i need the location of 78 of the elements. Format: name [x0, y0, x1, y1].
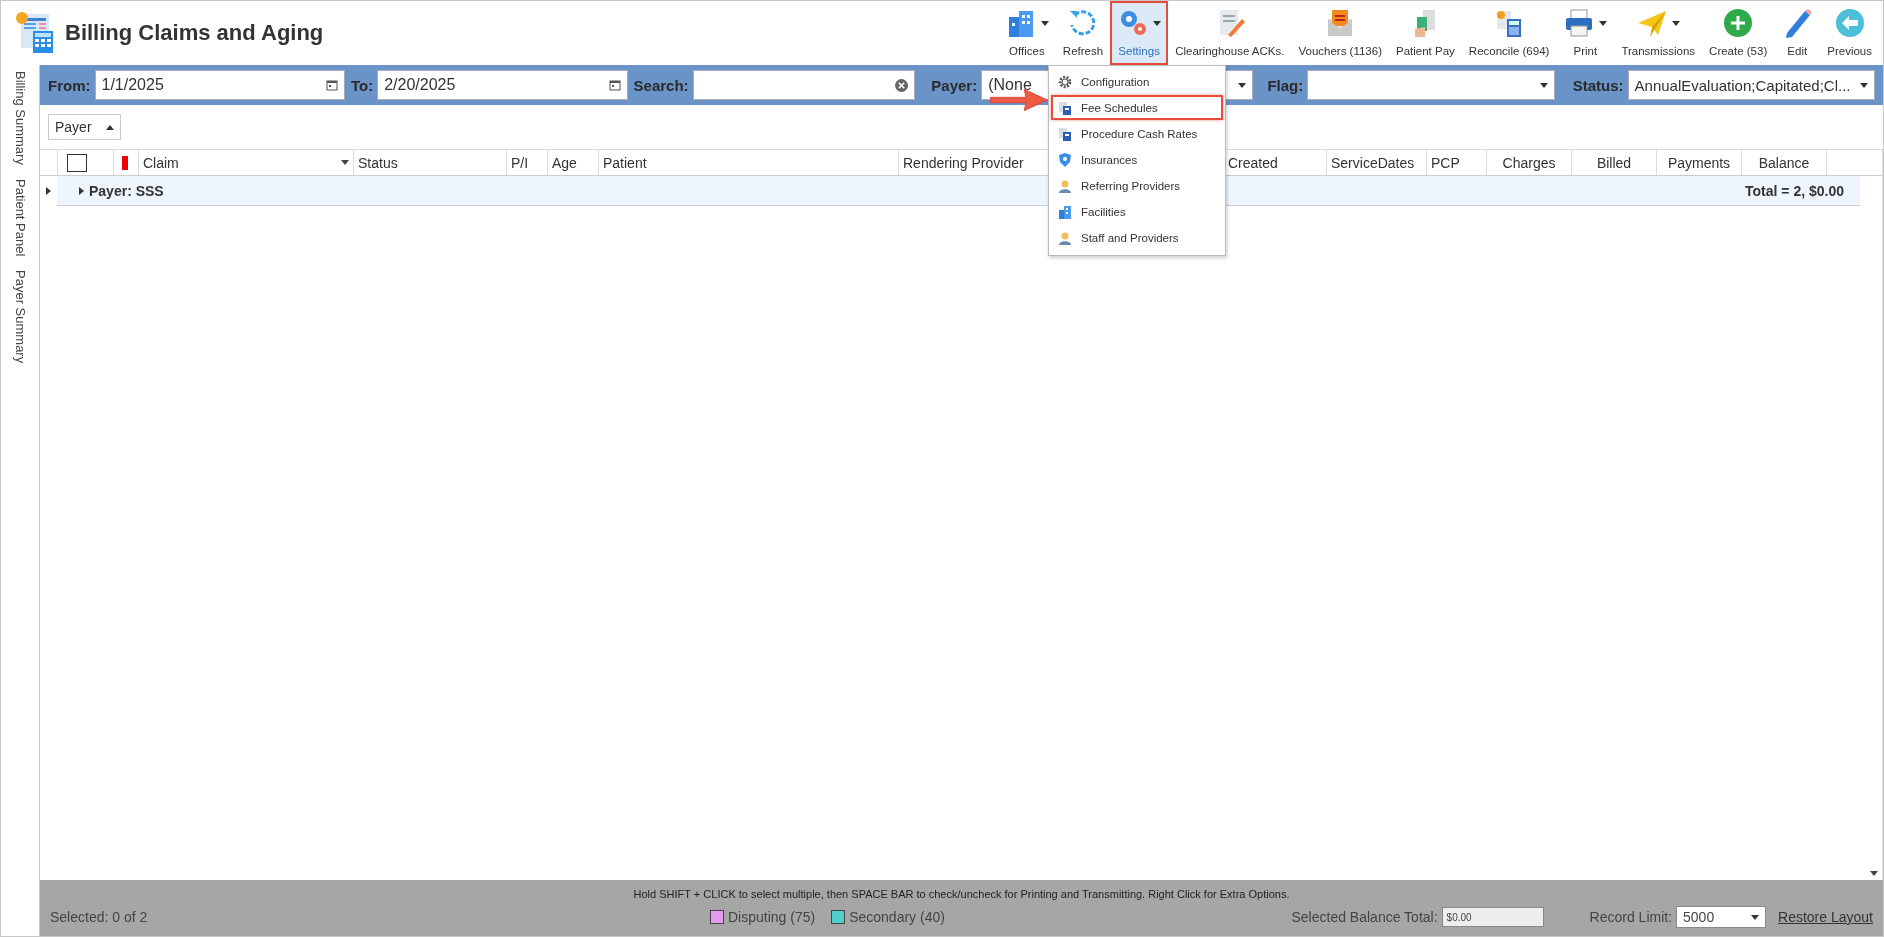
- menu-item[interactable]: Referring Providers: [1051, 173, 1223, 198]
- building-icon: [1057, 203, 1073, 220]
- column-header[interactable]: Balance: [1758, 154, 1810, 171]
- filter-label: Flag:: [1267, 76, 1304, 94]
- caret-icon: [1860, 82, 1868, 88]
- toolbar-button[interactable]: Settings: [1110, 1, 1169, 65]
- toolbar-button[interactable]: Create (53): [1702, 1, 1775, 65]
- group-total: Total = 2, $0.00: [1745, 182, 1844, 199]
- sheet-icon: [1057, 125, 1073, 142]
- calendar-icon: [325, 79, 338, 91]
- side-tab[interactable]: Patient Panel: [12, 178, 28, 257]
- toolbar-button[interactable]: Vouchers (1136): [1291, 1, 1389, 65]
- toolbar-button[interactable]: Clearinghouse ACKs.: [1168, 1, 1292, 65]
- column-header[interactable]: Billed: [1596, 154, 1632, 171]
- sheet-icon: [1057, 99, 1073, 116]
- menu-item[interactable]: Fee Schedules: [1051, 95, 1223, 120]
- caret-icon: [1751, 914, 1760, 920]
- menu-item[interactable]: Staff and Providers: [1051, 225, 1223, 250]
- toolbar-button[interactable]: Print: [1556, 1, 1615, 65]
- selection-count: Selected: 0 of 2: [50, 909, 149, 925]
- column-header[interactable]: Charges: [1502, 154, 1556, 171]
- filter-label: Search:: [633, 76, 689, 94]
- hint-text: Hold SHIFT + CLICK to select multiple, then SPACE BAR to check/uncheck for Printing and Transmitting. Right Click for Extra Options.: [633, 887, 1290, 900]
- expand-icon[interactable]: [77, 186, 85, 195]
- date-field[interactable]: 2/20/2025: [377, 70, 628, 100]
- column-header[interactable]: Status: [358, 154, 398, 171]
- toolbar-button[interactable]: Reconcile (694): [1461, 1, 1557, 65]
- status-dropdown[interactable]: AnnualEvaluation;Capitated;Cl...: [1627, 70, 1875, 100]
- column-header[interactable]: Created: [1228, 154, 1278, 171]
- record-limit-label: Record Limit:: [1589, 909, 1673, 925]
- column-header[interactable]: Age: [552, 154, 577, 171]
- caret-icon: [1539, 82, 1548, 88]
- scroll-down-icon[interactable]: [1870, 871, 1878, 876]
- expand-icon[interactable]: [46, 187, 51, 195]
- toolbar-button[interactable]: Transmissions: [1614, 1, 1703, 65]
- shield-icon: [1057, 151, 1073, 168]
- side-tab[interactable]: Payer Summary: [12, 270, 28, 364]
- flag-marker: [122, 155, 128, 170]
- calendar-icon: [608, 79, 621, 91]
- plus-icon: [1722, 7, 1755, 39]
- restore-layout-link[interactable]: Restore Layout: [1778, 909, 1873, 925]
- group-label: Payer: SSS: [89, 182, 164, 199]
- toolbar-button[interactable]: Patient Pay: [1389, 1, 1462, 65]
- caret-icon: [341, 160, 349, 165]
- toolbar-button[interactable]: Offices: [997, 1, 1056, 65]
- balance-field[interactable]: $0.00: [1441, 907, 1544, 927]
- menu-item[interactable]: Configuration: [1051, 69, 1223, 94]
- side-tab[interactable]: Billing Summary: [12, 71, 28, 165]
- window-title: Billing Claims and Aging: [65, 20, 324, 46]
- column-header[interactable]: Patient: [603, 154, 647, 171]
- sort-up-icon: [105, 124, 114, 130]
- column-header[interactable]: Claim: [143, 154, 179, 171]
- filter-label: To:: [350, 76, 374, 94]
- filter-label: Status:: [1572, 76, 1624, 94]
- back-icon: [1833, 7, 1866, 39]
- date-field[interactable]: 1/1/2025: [94, 70, 345, 100]
- toolbar-button[interactable]: Previous: [1820, 1, 1879, 65]
- column-header[interactable]: PCP: [1431, 154, 1460, 171]
- clear-icon: [895, 78, 909, 92]
- balance-label: Selected Balance Total:: [1291, 909, 1438, 925]
- filter-label: From:: [48, 76, 91, 94]
- menu-item[interactable]: Procedure Cash Rates: [1051, 121, 1223, 146]
- group-by-chip[interactable]: Payer: [48, 114, 121, 140]
- menu-item[interactable]: Insurances: [1051, 147, 1223, 172]
- column-header[interactable]: ServiceDates: [1331, 154, 1415, 171]
- column-header[interactable]: Payments: [1667, 154, 1731, 171]
- filter-label: Payer:: [931, 76, 978, 94]
- toolbar-button[interactable]: Refresh: [1055, 1, 1111, 65]
- caret-icon: [1238, 82, 1247, 88]
- legend-label: Disputing (75): [728, 909, 816, 925]
- select-all-checkbox[interactable]: [67, 153, 87, 172]
- search-field[interactable]: [692, 70, 916, 100]
- legend-label: Secondary (40): [849, 909, 945, 925]
- record-limit-dropdown[interactable]: 5000: [1676, 906, 1767, 928]
- column-header[interactable]: P/I: [511, 154, 529, 171]
- gear-icon: [1057, 73, 1073, 90]
- toolbar-button[interactable]: Edit: [1774, 1, 1821, 65]
- column-header[interactable]: Rendering Provider: [903, 154, 1024, 171]
